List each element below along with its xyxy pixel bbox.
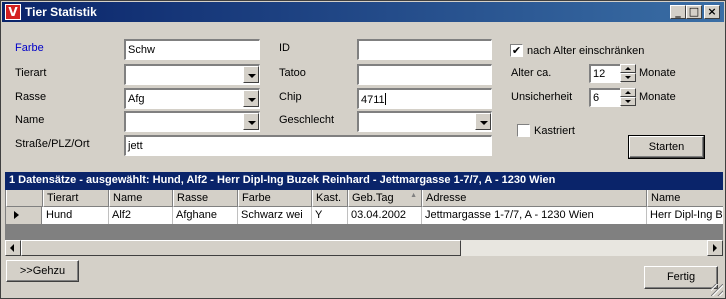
cell-tierart: Hund bbox=[43, 207, 109, 224]
tierart-select[interactable] bbox=[124, 64, 260, 85]
chevron-down-icon[interactable] bbox=[243, 113, 259, 130]
cell-adresse: Jettmargasse 1-7/7, A - 1230 Wien bbox=[422, 207, 647, 224]
sort-ascending-icon: ▲ bbox=[410, 192, 417, 199]
col-tierart[interactable]: Tierart bbox=[43, 190, 109, 207]
spin-down-icon[interactable] bbox=[620, 97, 636, 106]
row-selector-header bbox=[6, 190, 43, 207]
kastriert-checkbox[interactable] bbox=[517, 124, 530, 137]
alter-unit: Monate bbox=[639, 67, 676, 79]
close-button[interactable]: × bbox=[704, 5, 720, 19]
scroll-left-icon[interactable] bbox=[5, 240, 21, 256]
unsicherheit-unit: Monate bbox=[639, 91, 676, 103]
farbe-field[interactable]: Schw bbox=[124, 39, 260, 60]
tatoo-field[interactable] bbox=[357, 64, 492, 85]
col-adresse[interactable]: Adresse bbox=[422, 190, 647, 207]
app-icon: V bbox=[5, 4, 21, 20]
grid-column-header-row: Tierart Name Rasse Farbe Kast. Geb.Tag ▲… bbox=[6, 190, 723, 207]
gehzu-button[interactable]: >>Gehzu bbox=[6, 260, 79, 282]
chip-label: Chip bbox=[279, 91, 302, 103]
geschlecht-label: Geschlecht bbox=[279, 114, 335, 126]
cell-name: Alf2 bbox=[109, 207, 173, 224]
farbe-label: Farbe bbox=[15, 42, 44, 54]
scrollbar-thumb[interactable] bbox=[21, 240, 461, 256]
col-name[interactable]: Name bbox=[109, 190, 173, 207]
alter-field[interactable]: 12 bbox=[589, 64, 621, 83]
rasse-value: Afg bbox=[128, 93, 145, 105]
kastriert-label[interactable]: Kastriert bbox=[534, 125, 575, 137]
tierart-label: Tierart bbox=[15, 67, 47, 79]
row-pointer-icon bbox=[6, 207, 42, 224]
resize-grip-icon[interactable] bbox=[711, 284, 723, 296]
rasse-label: Rasse bbox=[15, 91, 47, 103]
unsicherheit-field[interactable]: 6 bbox=[589, 88, 621, 107]
unsicherheit-label: Unsicherheit bbox=[511, 91, 573, 103]
window-title: Tier Statistik bbox=[25, 5, 97, 19]
tatoo-label: Tatoo bbox=[279, 67, 306, 79]
strasse-field[interactable]: jett bbox=[124, 135, 492, 156]
maximize-button[interactable]: □ bbox=[686, 5, 702, 19]
minimize-button[interactable]: _ bbox=[670, 5, 686, 19]
name-label: Name bbox=[15, 114, 45, 126]
spin-up-icon[interactable] bbox=[620, 64, 636, 73]
cell-rasse: Afghane bbox=[173, 207, 238, 224]
id-field[interactable] bbox=[357, 39, 492, 60]
text-caret bbox=[384, 93, 386, 105]
col-gebtag[interactable]: Geb.Tag ▲ bbox=[348, 190, 422, 207]
cell-gebtag: 03.04.2002 bbox=[348, 207, 422, 224]
chip-field[interactable]: 4711 bbox=[357, 88, 492, 109]
alter-spinner[interactable] bbox=[620, 64, 636, 83]
spin-down-icon[interactable] bbox=[620, 73, 636, 82]
chevron-down-icon[interactable] bbox=[475, 113, 491, 130]
grid-summary-bar: 1 Datensätze - ausgewählt: Hund, Alf2 - … bbox=[5, 172, 723, 190]
col-kast[interactable]: Kast. bbox=[312, 190, 348, 207]
tier-statistik-window: V Tier Statistik _ □ × Farbe Schw Tierar… bbox=[0, 0, 726, 299]
name-select[interactable] bbox=[124, 111, 260, 132]
col-rasse[interactable]: Rasse bbox=[173, 190, 238, 207]
chevron-down-icon[interactable] bbox=[243, 90, 259, 107]
rasse-select[interactable]: Afg bbox=[124, 88, 260, 109]
alter-label: Alter ca. bbox=[511, 67, 552, 79]
spin-up-icon[interactable] bbox=[620, 88, 636, 97]
cell-farbe: Schwarz wei bbox=[238, 207, 312, 224]
title-bar[interactable]: V Tier Statistik _ □ × bbox=[2, 2, 724, 22]
geschlecht-select[interactable] bbox=[357, 111, 492, 132]
col-gebtag-label: Geb.Tag bbox=[352, 192, 394, 204]
unsicherheit-spinner[interactable] bbox=[620, 88, 636, 107]
horizontal-scrollbar[interactable] bbox=[5, 240, 723, 256]
cell-kast: Y bbox=[312, 207, 348, 224]
chevron-down-icon[interactable] bbox=[243, 66, 259, 83]
strasse-label: Straße/PLZ/Ort bbox=[15, 138, 90, 150]
alter-checkbox-label[interactable]: nach Alter einschränken bbox=[527, 45, 644, 57]
scroll-right-icon[interactable] bbox=[707, 240, 723, 256]
table-row[interactable]: Hund Alf2 Afghane Schwarz wei Y 03.04.20… bbox=[6, 207, 723, 224]
alter-checkbox[interactable]: ✔ bbox=[510, 44, 523, 57]
cell-owner-name: Herr Dipl-Ing Bu bbox=[650, 209, 723, 221]
col-owner-name[interactable]: Name bbox=[647, 190, 723, 207]
chip-value: 4711 bbox=[361, 94, 385, 106]
col-farbe[interactable]: Farbe bbox=[238, 190, 312, 207]
fertig-button[interactable]: Fertig bbox=[644, 266, 718, 289]
starten-button[interactable]: Starten bbox=[628, 135, 705, 159]
id-label: ID bbox=[279, 42, 290, 54]
